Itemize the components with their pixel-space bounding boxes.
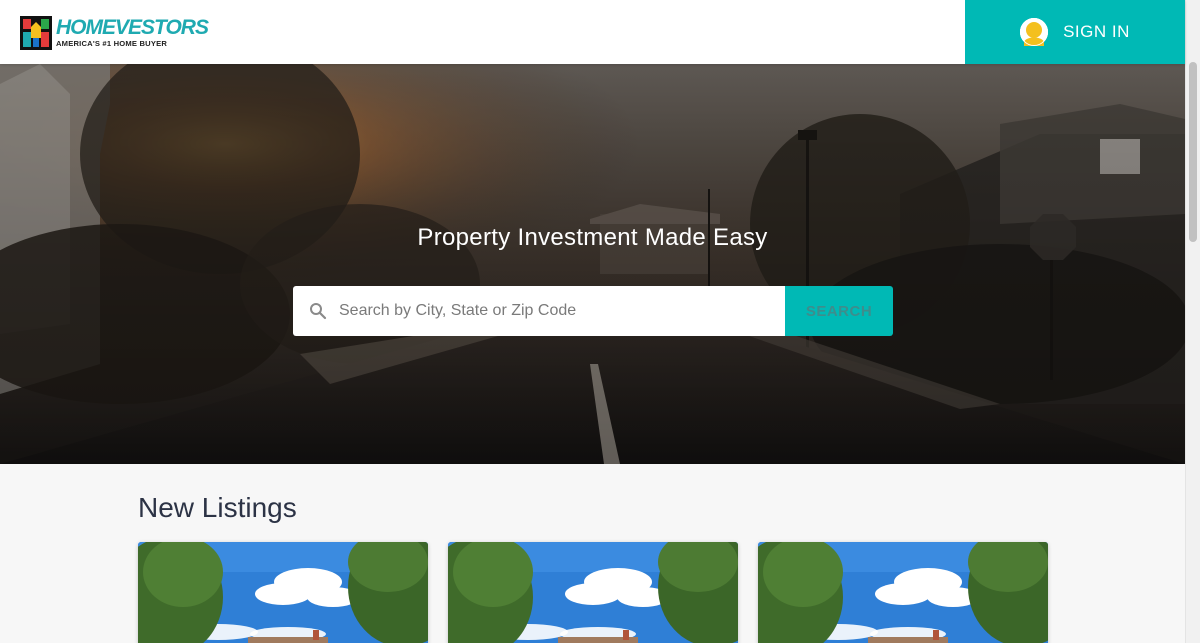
listing-image	[138, 542, 428, 643]
hero-banner: Property Investment Made Easy SEARCH	[0, 64, 1185, 464]
logo-house-icon	[20, 16, 52, 50]
listing-card[interactable]	[138, 542, 428, 643]
homevestors-logo[interactable]: HOMEVESTORS AMERICA'S #1 HOME BUYER	[20, 14, 209, 50]
search-input[interactable]	[339, 302, 759, 320]
search-icon	[310, 303, 327, 320]
sign-in-button[interactable]: SIGN IN	[965, 0, 1185, 64]
listing-card[interactable]	[758, 542, 1048, 643]
sign-in-label: SIGN IN	[1063, 22, 1130, 41]
new-listings-section: New Listings	[0, 464, 1185, 643]
logo-brand: HOMEVESTORS	[56, 15, 209, 39]
scrollbar-thumb[interactable]	[1189, 62, 1197, 242]
search-button[interactable]: SEARCH	[785, 286, 893, 336]
page-scrollbar[interactable]	[1185, 0, 1200, 643]
logo-tagline: AMERICA'S #1 HOME BUYER	[56, 38, 168, 48]
listing-image	[758, 542, 1048, 643]
new-listings-title: New Listings	[138, 492, 297, 523]
listing-image	[448, 542, 738, 643]
hero-title: Property Investment Made Easy	[417, 224, 768, 251]
user-avatar-icon	[1020, 18, 1049, 46]
hero-background-image	[0, 64, 1185, 464]
search-bar: SEARCH	[293, 286, 893, 336]
search-field[interactable]	[293, 286, 785, 336]
site-header: HOMEVESTORS AMERICA'S #1 HOME BUYER SIGN…	[0, 0, 1185, 64]
listing-card[interactable]	[448, 542, 738, 643]
logo-text: HOMEVESTORS AMERICA'S #1 HOME BUYER	[56, 15, 209, 48]
